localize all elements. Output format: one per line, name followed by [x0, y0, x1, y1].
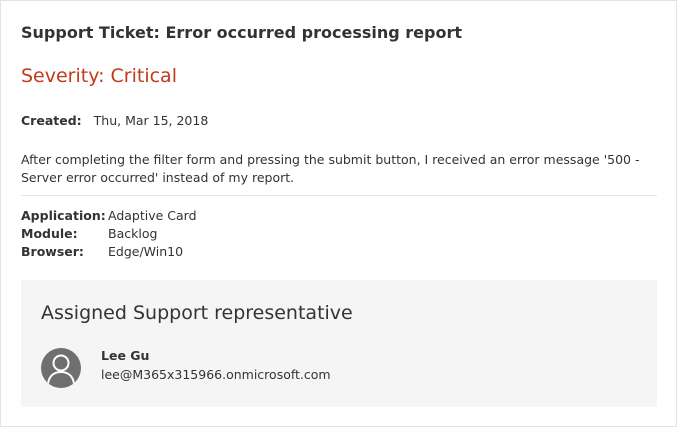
fact-key: Module:: [21, 226, 78, 241]
fact-row-browser: Browser: Edge/Win10: [21, 243, 197, 261]
severity-label: Severity: Critical: [21, 65, 177, 87]
fact-key: Browser:: [21, 244, 84, 259]
divider: [21, 195, 657, 196]
created-value: Thu, Mar 15, 2018: [93, 113, 209, 128]
rep-name: Lee Gu: [101, 348, 150, 363]
created-line: Created: Thu, Mar 15, 2018: [21, 113, 208, 128]
fact-value: Edge/Win10: [108, 244, 184, 259]
fact-key: Application:: [21, 208, 106, 223]
person-icon: [41, 348, 81, 388]
rep-email: lee@M365x315966.onmicrosoft.com: [101, 367, 331, 382]
assigned-title: Assigned Support representative: [41, 302, 353, 324]
fact-row-application: Application: Adaptive Card: [21, 207, 197, 225]
person-icon-svg: [47, 354, 75, 385]
created-label: Created:: [21, 113, 82, 128]
fact-row-module: Module: Backlog: [21, 225, 197, 243]
fact-set: Application: Adaptive Card Module: Backl…: [21, 207, 197, 261]
fact-value: Adaptive Card: [108, 208, 197, 223]
ticket-card: Support Ticket: Error occurred processin…: [0, 0, 677, 427]
assigned-panel: Assigned Support representative Lee Gu l…: [21, 280, 657, 407]
ticket-title: Support Ticket: Error occurred processin…: [21, 23, 462, 42]
fact-value: Backlog: [108, 226, 158, 241]
ticket-description: After completing the filter form and pre…: [21, 152, 640, 185]
